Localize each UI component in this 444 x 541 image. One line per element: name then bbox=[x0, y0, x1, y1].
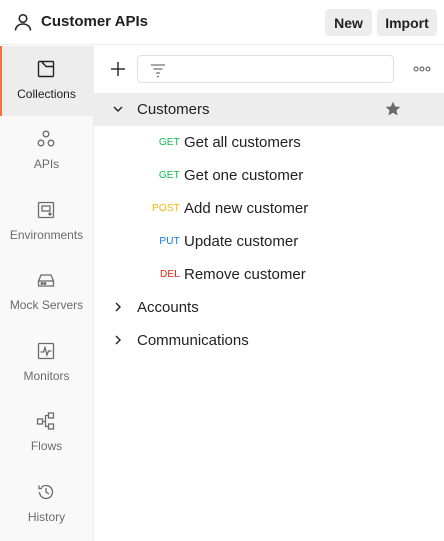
sidebar-item-mock-servers[interactable]: Mock Servers bbox=[0, 257, 93, 327]
method-badge: PUT bbox=[159, 236, 180, 247]
request-name: Update customer bbox=[184, 233, 299, 250]
request-row[interactable]: GET Get one customer bbox=[94, 159, 444, 192]
sidebar-item-collections[interactable]: Collections bbox=[0, 46, 93, 116]
sidebar-item-label: Mock Servers bbox=[9, 298, 84, 312]
sidebar-item-label: Flows bbox=[30, 439, 63, 453]
sidebar-item-label: Monitors bbox=[23, 369, 70, 383]
history-icon bbox=[38, 484, 54, 500]
request-row[interactable]: GET Get all customers bbox=[94, 126, 444, 159]
filter-field[interactable] bbox=[137, 55, 394, 83]
chevron-right-icon[interactable] bbox=[112, 334, 124, 346]
sidebar-item-label: APIs bbox=[33, 157, 60, 171]
sidebar-item-label: Collections bbox=[17, 87, 76, 101]
star-icon[interactable] bbox=[384, 100, 402, 118]
flows-icon bbox=[36, 412, 55, 430]
collection-row-communications[interactable]: Communications bbox=[94, 324, 444, 357]
collection-name: Accounts bbox=[137, 299, 199, 316]
request-row[interactable]: DEL Remove customer bbox=[94, 258, 444, 291]
monitors-icon bbox=[37, 342, 55, 360]
more-icon[interactable] bbox=[412, 61, 432, 77]
workspace-title: Customer APIs bbox=[41, 13, 148, 30]
request-name: Remove customer bbox=[184, 266, 306, 283]
collections-icon bbox=[37, 60, 55, 78]
method-badge: POST bbox=[151, 203, 180, 214]
chevron-down-icon[interactable] bbox=[112, 103, 124, 115]
environments-icon bbox=[37, 201, 55, 219]
request-name: Add new customer bbox=[184, 200, 309, 217]
request-row[interactable]: POST Add new customer bbox=[94, 192, 444, 225]
collection-name: Customers bbox=[137, 101, 210, 118]
plus-icon[interactable] bbox=[108, 59, 128, 79]
sidebar: Collections APIs Environments Mock Serve… bbox=[0, 46, 94, 541]
sidebar-item-flows[interactable]: Flows bbox=[0, 398, 93, 468]
filter-icon bbox=[151, 64, 165, 78]
sidebar-item-apis[interactable]: APIs bbox=[0, 116, 93, 186]
collections-toolbar bbox=[94, 46, 444, 92]
sidebar-item-label: History bbox=[27, 510, 66, 524]
collection-row-accounts[interactable]: Accounts bbox=[94, 291, 444, 324]
sidebar-item-history[interactable]: History bbox=[0, 469, 93, 539]
new-button[interactable]: New bbox=[325, 9, 372, 36]
request-name: Get all customers bbox=[184, 134, 301, 151]
method-badge: DEL bbox=[159, 269, 180, 280]
filter-input[interactable] bbox=[174, 56, 389, 82]
apis-icon bbox=[37, 130, 55, 147]
mock-servers-icon bbox=[37, 274, 55, 287]
request-row[interactable]: PUT Update customer bbox=[94, 225, 444, 258]
request-name: Get one customer bbox=[184, 167, 304, 184]
sidebar-item-environments[interactable]: Environments bbox=[0, 187, 93, 257]
method-badge: GET bbox=[158, 137, 180, 148]
collection-name: Communications bbox=[137, 332, 249, 349]
sidebar-item-label: Environments bbox=[9, 228, 84, 242]
header: Customer APIs New Import bbox=[0, 0, 444, 45]
collection-tree: Customers GET Get all customers GET Get … bbox=[94, 93, 444, 357]
sidebar-item-monitors[interactable]: Monitors bbox=[0, 328, 93, 398]
user-icon bbox=[14, 13, 32, 31]
collection-row-customers[interactable]: Customers bbox=[94, 93, 444, 126]
method-badge: GET bbox=[158, 170, 180, 181]
chevron-right-icon[interactable] bbox=[112, 301, 124, 313]
import-button[interactable]: Import bbox=[377, 9, 437, 36]
